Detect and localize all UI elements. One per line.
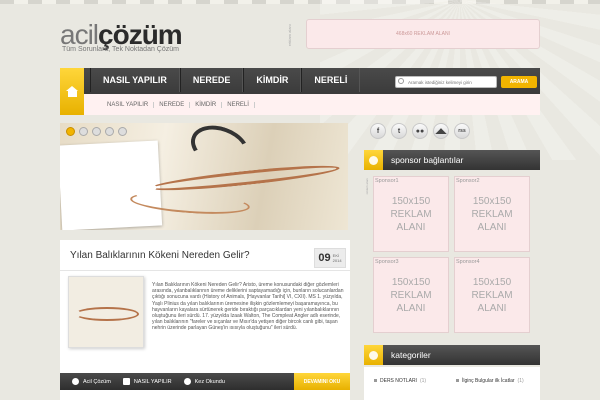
post-author[interactable]: Acil Çözüm bbox=[60, 378, 111, 385]
slider-dot[interactable] bbox=[92, 127, 101, 136]
folder-icon bbox=[122, 378, 130, 385]
sponsor-widget-title: sponsor bağlantılar bbox=[391, 155, 464, 165]
home-icon bbox=[65, 86, 79, 97]
site-tagline: Tüm Sorunlara, Tek Noktadan Çözüm bbox=[62, 46, 179, 53]
sponsor-ad-text: 150x150 REKLAM ALANI bbox=[390, 196, 432, 233]
category-name: İlginç Bulgular ilk İcatlar bbox=[462, 378, 515, 384]
post-thumbnail[interactable] bbox=[68, 276, 144, 348]
post-author-label: Acil Çözüm bbox=[83, 378, 111, 385]
category-item[interactable]: İlginç Bulgular ilk İcatlar (1) bbox=[456, 378, 526, 384]
twitter-icon[interactable]: t bbox=[391, 123, 407, 139]
sponsor-side-label: reklam alanı bbox=[365, 178, 369, 195]
sponsor-ad-3[interactable]: Sponsor3 150x150 REKLAM ALANI bbox=[373, 257, 449, 333]
bullet-icon bbox=[374, 379, 377, 382]
bullet-icon bbox=[456, 379, 459, 382]
category-item[interactable]: DERS NOTLARI (1) bbox=[374, 378, 426, 384]
subnav-item-kimdir[interactable]: KİMDİR bbox=[190, 101, 223, 108]
flickr-icon[interactable]: ●● bbox=[412, 123, 428, 139]
nav-item-nasil-yapilir[interactable]: NASIL YAPILIR bbox=[90, 68, 180, 92]
categories-widget-title: kategoriler bbox=[391, 350, 431, 360]
post-category-label: NASIL YAPILIR bbox=[133, 378, 172, 385]
post-date: 09 EKİ 2014 bbox=[314, 248, 346, 268]
sponsor-ad-text: 150x150 REKLAM ALANI bbox=[471, 196, 513, 233]
facebook-icon[interactable]: f bbox=[370, 123, 386, 139]
user-icon bbox=[72, 378, 79, 385]
slider-photo-card bbox=[60, 140, 163, 230]
slider-eel-image bbox=[184, 123, 256, 177]
subnav-item-nasil-yapilir[interactable]: NASIL YAPILIR bbox=[102, 101, 155, 108]
read-more-button[interactable]: DEVAMINI OKU bbox=[294, 373, 350, 390]
sponsor-ad-text: 150x150 REKLAM ALANI bbox=[471, 277, 513, 314]
post-date-month-year: EKİ 2014 bbox=[333, 253, 342, 263]
post-category[interactable]: NASIL YAPILIR bbox=[111, 378, 172, 385]
sub-navigation: NASIL YAPILIR NEREDE KİMDİR NERELİ bbox=[84, 94, 540, 115]
eye-icon bbox=[183, 378, 191, 385]
sponsor-widget-icon bbox=[364, 150, 383, 170]
nav-item-kimdir[interactable]: KİMDİR bbox=[243, 68, 302, 92]
nav-item-nerede[interactable]: NEREDE bbox=[179, 68, 244, 92]
nav-item-nereli[interactable]: NERELİ bbox=[301, 68, 361, 92]
nav-menu: NASIL YAPILIR NEREDE KİMDİR NERELİ bbox=[90, 68, 361, 92]
slider-dot[interactable] bbox=[105, 127, 114, 136]
slider-dots bbox=[66, 127, 127, 136]
slider-dot[interactable] bbox=[79, 127, 88, 136]
sponsor-ad-1[interactable]: Sponsor1 150x150 REKLAM ALANI bbox=[373, 176, 449, 252]
sponsor-name: Sponsor4 bbox=[456, 259, 480, 265]
badge-icon bbox=[369, 155, 378, 165]
sponsor-name: Sponsor3 bbox=[375, 259, 399, 265]
top-ad-banner[interactable]: 468x60 REKLAM ALANI bbox=[306, 19, 540, 49]
sponsor-widget-header: sponsor bağlantılar bbox=[364, 150, 540, 170]
post-date-year: 2014 bbox=[332, 258, 342, 263]
subnav-item-nereli[interactable]: NERELİ bbox=[222, 101, 255, 108]
search-button[interactable]: ARAMA bbox=[501, 76, 537, 88]
slider-dot[interactable] bbox=[118, 127, 127, 136]
category-count: (1) bbox=[419, 378, 427, 384]
post-views: Kez Okundu bbox=[172, 378, 225, 385]
categories-list: DERS NOTLARI (1) İlginç Bulgular ilk İca… bbox=[364, 367, 540, 400]
thumbnail-fossil-image bbox=[75, 307, 139, 321]
post-title[interactable]: Yılan Balıklarının Kökeni Nereden Gelir? bbox=[70, 250, 250, 261]
delicious-icon[interactable]: ◢◣ bbox=[433, 123, 449, 139]
sponsor-ad-text: 150x150 REKLAM ALANI bbox=[390, 277, 432, 314]
categories-widget-header: kategoriler bbox=[364, 345, 540, 365]
search-icon bbox=[398, 78, 404, 84]
post-date-day: 09 bbox=[318, 252, 331, 264]
social-icons: f t ●● ◢◣ rss bbox=[370, 123, 470, 139]
rss-icon[interactable]: rss bbox=[454, 123, 470, 139]
post-views-label: Kez Okundu bbox=[194, 378, 225, 385]
featured-slider[interactable] bbox=[60, 123, 348, 230]
search-input[interactable] bbox=[395, 76, 497, 88]
category-name: DERS NOTLARI bbox=[380, 378, 417, 384]
post-footer-bar: Acil Çözüm NASIL YAPILIR Kez Okundu DEVA… bbox=[60, 373, 350, 390]
post-divider bbox=[60, 270, 350, 271]
slider-dot[interactable] bbox=[66, 127, 75, 136]
categories-widget-icon bbox=[364, 345, 383, 365]
tag-icon bbox=[369, 350, 378, 360]
post-excerpt: Yılan Balıklarının Kökeni Nereden Gelir?… bbox=[152, 282, 344, 332]
top-ad-text: 468x60 REKLAM ALANI bbox=[396, 31, 450, 37]
ad-side-label: reklam alanı bbox=[287, 24, 292, 46]
sponsor-name: Sponsor2 bbox=[456, 178, 480, 184]
sponsor-ad-4[interactable]: Sponsor4 150x150 REKLAM ALANI bbox=[454, 257, 530, 333]
sponsor-name: Sponsor1 bbox=[375, 178, 399, 184]
slider-fossil-image bbox=[149, 161, 341, 195]
category-count: (1) bbox=[517, 378, 524, 384]
subnav-item-nerede[interactable]: NEREDE bbox=[154, 101, 191, 108]
home-button[interactable] bbox=[60, 68, 84, 115]
sponsor-ad-2[interactable]: Sponsor2 150x150 REKLAM ALANI bbox=[454, 176, 530, 252]
